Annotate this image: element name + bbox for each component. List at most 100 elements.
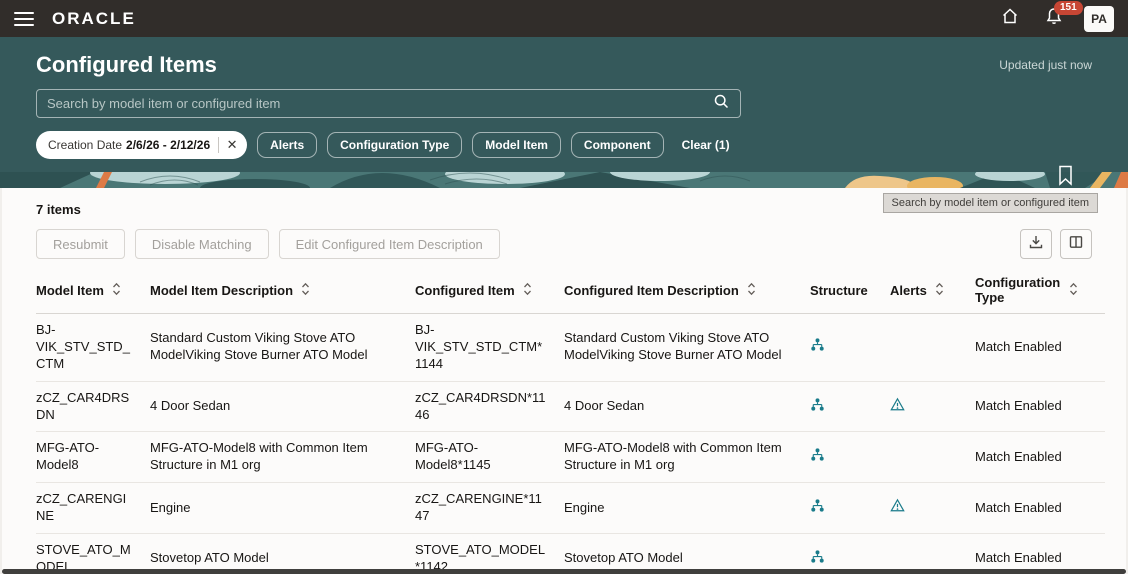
home-icon bbox=[1000, 6, 1020, 31]
column-header-configuration-type[interactable]: Configuration Type bbox=[975, 269, 1105, 314]
configured-item-description-cell: MFG-ATO-Model8 with Common Item Structur… bbox=[564, 432, 810, 483]
structure-cell bbox=[810, 432, 890, 483]
search-icon[interactable] bbox=[713, 93, 730, 115]
chip-divider bbox=[218, 137, 219, 153]
configured-item-description-cell: Standard Custom Viking Stove ATO ModelVi… bbox=[564, 314, 810, 382]
column-label: Model Item Description bbox=[150, 283, 293, 298]
configured-item-cell: zCZ_CARENGINE*1147 bbox=[415, 483, 564, 534]
filter-chip-configuration-type[interactable]: Configuration Type bbox=[327, 132, 462, 158]
table-row[interactable]: BJ-VIK_STV_STD_CTM Standard Custom Vikin… bbox=[36, 314, 1105, 382]
model-item-description-cell: 4 Door Sedan bbox=[150, 381, 415, 432]
configuration-type-cell: Match Enabled bbox=[975, 483, 1105, 534]
updated-status: Updated just now bbox=[999, 52, 1092, 72]
structure-icon[interactable] bbox=[810, 337, 825, 357]
model-item-cell: MFG-ATO-Model8 bbox=[36, 432, 150, 483]
top-bar: ORACLE 151 PA bbox=[0, 0, 1128, 37]
hamburger-menu-icon[interactable] bbox=[14, 12, 34, 26]
alert-warning-icon[interactable] bbox=[890, 397, 905, 417]
search-bar bbox=[36, 89, 741, 118]
download-button[interactable] bbox=[1020, 229, 1052, 259]
table-row[interactable]: STOVE_ATO_MODEL Stovetop ATO Model STOVE… bbox=[36, 534, 1105, 574]
notifications-button[interactable]: 151 bbox=[1040, 5, 1068, 33]
configured-item-cell: MFG-ATO-Model8*1145 bbox=[415, 432, 564, 483]
column-header-model-item[interactable]: Model Item bbox=[36, 269, 150, 314]
column-header-configured-item-description[interactable]: Configured Item Description bbox=[564, 269, 810, 314]
alert-warning-icon[interactable] bbox=[890, 498, 905, 518]
bookmark-icon[interactable] bbox=[1057, 165, 1074, 191]
chip-label: Creation Date bbox=[48, 138, 122, 152]
home-button[interactable] bbox=[996, 5, 1024, 33]
table-row[interactable]: zCZ_CAR4DRSDN 4 Door Sedan zCZ_CAR4DRSDN… bbox=[36, 381, 1105, 432]
filter-chip-alerts[interactable]: Alerts bbox=[257, 132, 317, 158]
table-body: BJ-VIK_STV_STD_CTM Standard Custom Vikin… bbox=[36, 314, 1105, 574]
decorative-banner bbox=[0, 172, 1128, 188]
column-label: Model Item bbox=[36, 283, 104, 298]
chip-value: 2/6/26 - 2/12/26 bbox=[126, 138, 210, 152]
model-item-cell: zCZ_CARENGINE bbox=[36, 483, 150, 534]
column-label: Configured Item Description bbox=[564, 283, 739, 298]
configured-item-description-cell: Stovetop ATO Model bbox=[564, 534, 810, 574]
model-item-description-cell: MFG-ATO-Model8 with Common Item Structur… bbox=[150, 432, 415, 483]
structure-icon[interactable] bbox=[810, 549, 825, 569]
user-avatar[interactable]: PA bbox=[1084, 6, 1114, 32]
sort-icon bbox=[747, 282, 756, 299]
sort-icon bbox=[1069, 282, 1078, 299]
table-header-row: Model Item Model Item Description Config… bbox=[36, 269, 1105, 314]
configured-item-cell: STOVE_ATO_MODEL*1142 bbox=[415, 534, 564, 574]
configured-items-table: Model Item Model Item Description Config… bbox=[36, 269, 1105, 574]
column-header-configured-item[interactable]: Configured Item bbox=[415, 269, 564, 314]
configuration-type-cell: Match Enabled bbox=[975, 432, 1105, 483]
model-item-cell: zCZ_CAR4DRSDN bbox=[36, 381, 150, 432]
sort-icon bbox=[112, 282, 121, 299]
oracle-logo: ORACLE bbox=[52, 9, 136, 29]
page-title: Configured Items bbox=[36, 52, 217, 78]
alerts-cell bbox=[890, 432, 975, 483]
column-header-model-item-description[interactable]: Model Item Description bbox=[150, 269, 415, 314]
alerts-cell bbox=[890, 534, 975, 574]
columns-icon bbox=[1068, 234, 1084, 255]
configured-item-description-cell: 4 Door Sedan bbox=[564, 381, 810, 432]
filter-chip-component[interactable]: Component bbox=[571, 132, 664, 158]
manage-columns-button[interactable] bbox=[1060, 229, 1092, 259]
filter-chip-creation-date[interactable]: Creation Date 2/6/26 - 2/12/26 ✕ bbox=[36, 131, 247, 159]
structure-cell bbox=[810, 381, 890, 432]
structure-icon[interactable] bbox=[810, 447, 825, 467]
remove-filter-icon[interactable]: ✕ bbox=[221, 134, 243, 156]
filter-chip-model-item[interactable]: Model Item bbox=[472, 132, 561, 158]
sort-icon bbox=[523, 282, 532, 299]
column-label: Alerts bbox=[890, 283, 927, 298]
model-item-cell: BJ-VIK_STV_STD_CTM bbox=[36, 314, 150, 382]
content-card: 7 items Resubmit Disable Matching Edit C… bbox=[2, 188, 1126, 574]
table-toolbar: Resubmit Disable Matching Edit Configure… bbox=[36, 229, 1092, 259]
model-item-cell: STOVE_ATO_MODEL bbox=[36, 534, 150, 574]
configured-item-description-cell: Engine bbox=[564, 483, 810, 534]
structure-icon[interactable] bbox=[810, 498, 825, 518]
structure-cell bbox=[810, 314, 890, 382]
disable-matching-button[interactable]: Disable Matching bbox=[135, 229, 269, 259]
search-input[interactable] bbox=[47, 96, 713, 111]
structure-icon[interactable] bbox=[810, 397, 825, 417]
page-header: Configured Items Updated just now Creati… bbox=[0, 37, 1128, 172]
column-header-alerts[interactable]: Alerts bbox=[890, 269, 975, 314]
alerts-cell bbox=[890, 483, 975, 534]
model-item-description-cell: Engine bbox=[150, 483, 415, 534]
notification-count-badge: 151 bbox=[1054, 1, 1083, 15]
column-header-structure[interactable]: Structure bbox=[810, 269, 890, 314]
configured-item-cell: BJ-VIK_STV_STD_CTM*1144 bbox=[415, 314, 564, 382]
configured-item-cell: zCZ_CAR4DRSDN*1146 bbox=[415, 381, 564, 432]
column-label: Configuration Type bbox=[975, 275, 1061, 305]
edit-configured-item-description-button[interactable]: Edit Configured Item Description bbox=[279, 229, 500, 259]
model-item-description-cell: Standard Custom Viking Stove ATO ModelVi… bbox=[150, 314, 415, 382]
column-label: Configured Item bbox=[415, 283, 515, 298]
sort-icon bbox=[935, 282, 944, 299]
horizontal-scrollbar[interactable] bbox=[2, 569, 1126, 574]
configuration-type-cell: Match Enabled bbox=[975, 314, 1105, 382]
table-row[interactable]: zCZ_CARENGINE Engine zCZ_CARENGINE*1147 … bbox=[36, 483, 1105, 534]
table-row[interactable]: MFG-ATO-Model8 MFG-ATO-Model8 with Commo… bbox=[36, 432, 1105, 483]
column-label: Structure bbox=[810, 283, 868, 298]
model-item-description-cell: Stovetop ATO Model bbox=[150, 534, 415, 574]
clear-filters-link[interactable]: Clear (1) bbox=[682, 138, 730, 152]
configuration-type-cell: Match Enabled bbox=[975, 534, 1105, 574]
download-icon bbox=[1028, 234, 1044, 255]
resubmit-button[interactable]: Resubmit bbox=[36, 229, 125, 259]
